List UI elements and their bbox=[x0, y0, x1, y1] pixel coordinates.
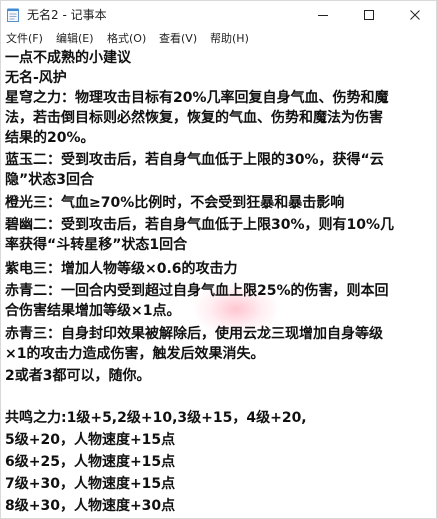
minimize-icon bbox=[318, 15, 328, 16]
text-line: 无名-风护 bbox=[5, 70, 67, 86]
text-line: 合伤害结果增加等级×1点。 bbox=[5, 303, 181, 319]
text-line: 橙光三：气血≥70%比例时，不会受到狂暴和暴击影响 bbox=[5, 195, 345, 211]
menu-bar: 文件(F) 编辑(E) 格式(O) 查看(V) 帮助(H) bbox=[1, 29, 436, 48]
text-line: 蓝玉二：受到攻击后，若自身气血低于上限的30%，获得“云 bbox=[5, 152, 384, 168]
text-line: 6级+25，人物速度+15点 bbox=[5, 454, 176, 470]
text-line: ×1的攻击力造成伤害，触发后效果消失。 bbox=[5, 346, 265, 362]
text-line: 共鸣之力:1级+5,2级+10,3级+15，4级+20, bbox=[5, 410, 307, 426]
menu-view[interactable]: 查看(V) bbox=[159, 31, 197, 46]
menu-help[interactable]: 帮助(H) bbox=[210, 31, 249, 46]
text-line: 赤青二：一回合内受到超过自身气血上限25%的伤害，则本回 bbox=[5, 283, 389, 299]
menu-edit[interactable]: 编辑(E) bbox=[56, 31, 94, 46]
text-line: 隐”状态3回合 bbox=[5, 172, 94, 188]
text-line: 7级+30，人物速度+15点 bbox=[5, 476, 176, 492]
text-line: 星穹之力：物理攻击目标有20%几率回复自身气血、伤势和魔 bbox=[5, 90, 389, 106]
text-line: 紫电三：增加人物等级×0.6的攻击力 bbox=[5, 261, 238, 277]
close-icon bbox=[410, 10, 420, 20]
menu-format[interactable]: 格式(O) bbox=[107, 31, 146, 46]
text-line: 5级+20，人物速度+15点 bbox=[5, 432, 176, 448]
text-line: 碧幽二：受到攻击后，若自身气血低于上限30%，则有10%几 bbox=[5, 217, 395, 233]
text-line: 率获得“斗转星移”状态1回合 bbox=[5, 237, 188, 253]
minimize-button[interactable] bbox=[300, 1, 346, 29]
text-line: 一点不成熟的小建议 bbox=[5, 50, 131, 66]
text-editor-area[interactable]: 一点不成熟的小建议 无名-风护 星穹之力：物理攻击目标有20%几率回复自身气血、… bbox=[1, 48, 436, 518]
maximize-icon bbox=[364, 10, 374, 20]
maximize-button[interactable] bbox=[346, 1, 392, 29]
menu-file[interactable]: 文件(F) bbox=[6, 31, 43, 46]
text-line: 结果的20%。 bbox=[5, 130, 95, 146]
text-line: 2或者3都可以，随你。 bbox=[5, 368, 151, 384]
notepad-window: 无名2 - 记事本 文件(F) 编辑(E) 格式(O) 查看(V) 帮助(H) … bbox=[0, 0, 437, 519]
notepad-icon bbox=[7, 8, 19, 22]
close-button[interactable] bbox=[392, 1, 436, 29]
window-title: 无名2 - 记事本 bbox=[27, 8, 107, 22]
text-line: 法，若击倒目标则必然恢复，恢复的气血、伤势和魔法为伤害 bbox=[5, 110, 383, 126]
text-line: 8级+30，人物速度+30点 bbox=[5, 498, 176, 514]
title-bar[interactable]: 无名2 - 记事本 bbox=[1, 1, 436, 29]
text-line: 赤青三：自身封印效果被解除后，使用云龙三现增加自身等级 bbox=[5, 326, 383, 342]
